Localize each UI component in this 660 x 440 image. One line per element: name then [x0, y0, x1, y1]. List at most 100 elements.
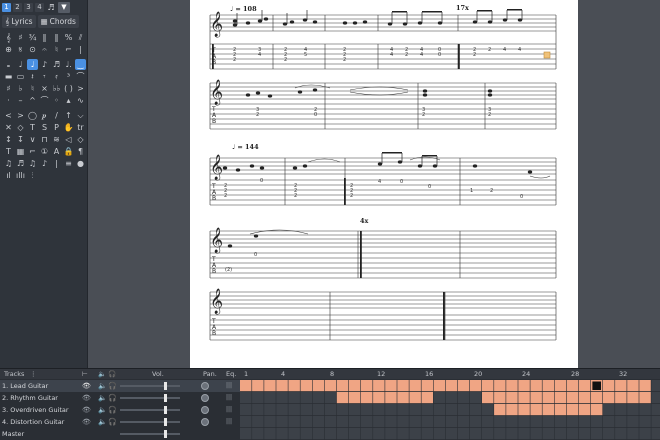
timeline-cell[interactable]	[590, 404, 603, 416]
timeline-cell[interactable]	[264, 416, 276, 428]
volume-handle[interactable]	[164, 382, 167, 390]
mixer-icon[interactable]: ıl	[3, 170, 14, 181]
rest-eighth-icon[interactable]: 𝄾	[39, 71, 50, 82]
timeline-cell[interactable]	[445, 404, 458, 416]
chords-button[interactable]: ▦ Chords	[37, 15, 79, 28]
timeline-cell[interactable]	[651, 428, 660, 440]
repeat-open-icon[interactable]: ‖	[39, 32, 50, 43]
timeline-cell[interactable]	[324, 392, 337, 404]
timeline-cell[interactable]	[433, 380, 446, 392]
timeline-cell[interactable]	[506, 416, 518, 428]
timeline-cell[interactable]	[542, 428, 555, 440]
timeline-cell[interactable]	[530, 404, 542, 416]
timeline-cell[interactable]	[348, 392, 361, 404]
timeline-cell[interactable]	[288, 380, 300, 392]
visibility-eye-icon[interactable]: 👁	[82, 394, 91, 402]
timeline-cell[interactable]	[457, 416, 470, 428]
timeline-cell[interactable]	[639, 416, 651, 428]
fermata-icon[interactable]: 𝄐	[39, 44, 50, 55]
palette-menu-button[interactable]: ▼	[58, 1, 70, 13]
timeline-cell[interactable]	[627, 404, 639, 416]
da-capo-icon[interactable]: ♮	[51, 44, 62, 55]
timeline-cell[interactable]	[240, 392, 252, 404]
eq-icon[interactable]: |||	[226, 382, 232, 389]
timeline-cell[interactable]	[578, 428, 591, 440]
volume-slider[interactable]	[120, 409, 180, 411]
timeline-cell[interactable]	[615, 380, 627, 392]
timeline-cell[interactable]	[554, 404, 567, 416]
timeline-cell[interactable]	[494, 392, 506, 404]
marcato-icon[interactable]: ^	[27, 95, 38, 106]
timeline-cell[interactable]	[348, 428, 361, 440]
track-row-distortion-guitar[interactable]: 4. Distortion Guitar 👁 🔈 🎧 |||	[0, 416, 240, 428]
track-row-rhythm-guitar[interactable]: 2. Rhythm Guitar 👁 🔈 🎧 |||	[0, 392, 240, 404]
timeline-cell[interactable]	[361, 404, 373, 416]
timeline-cell[interactable]	[240, 380, 252, 392]
timeline-cell[interactable]	[252, 380, 264, 392]
lyrics-button[interactable]: 𝄞 Lyrics	[2, 15, 36, 28]
timeline-cell[interactable]	[264, 428, 276, 440]
timeline-cell[interactable]	[373, 428, 385, 440]
bar-line-icon[interactable]: |	[75, 44, 86, 55]
chord-diagram-icon[interactable]: ▦	[15, 146, 26, 157]
timeline-cell[interactable]	[336, 380, 349, 392]
timeline-cell[interactable]	[324, 404, 337, 416]
arpeggio-up-icon[interactable]: ↕	[3, 134, 14, 145]
timeline-cell[interactable]	[457, 404, 470, 416]
rest-quarter-icon[interactable]: 𝄽	[27, 71, 38, 82]
sharp-icon[interactable]: ♯	[3, 83, 14, 94]
timeline-cell[interactable]	[469, 428, 482, 440]
timeline-cell[interactable]	[409, 380, 421, 392]
timeline-cell[interactable]	[312, 416, 325, 428]
timeline-cell[interactable]	[518, 404, 530, 416]
grace-note-icon[interactable]: ⌒	[75, 71, 86, 82]
timeline-cell[interactable]	[421, 404, 434, 416]
voice-2-button[interactable]: 2	[13, 2, 22, 12]
lock-icon[interactable]: 🔒	[63, 146, 74, 157]
timeline-cell[interactable]	[469, 416, 482, 428]
timeline-cell[interactable]	[252, 392, 264, 404]
timeline-cell[interactable]	[639, 380, 651, 392]
timeline-cell[interactable]	[348, 416, 361, 428]
timeline-cell[interactable]	[469, 380, 482, 392]
timeline-cell[interactable]	[518, 380, 530, 392]
fade-in-icon[interactable]: ◁	[63, 134, 74, 145]
timeline-cell[interactable]	[494, 404, 506, 416]
timeline-cell[interactable]	[457, 392, 470, 404]
timeline-cell[interactable]	[336, 404, 349, 416]
crescendo-icon[interactable]: <	[3, 110, 14, 121]
volume-handle[interactable]	[164, 418, 167, 426]
timeline-cell[interactable]	[409, 416, 421, 428]
tracks-menu-icon[interactable]: ⋮	[30, 370, 37, 378]
timeline-cell[interactable]	[482, 416, 494, 428]
timeline-cell[interactable]	[542, 416, 555, 428]
chord-stack-icon[interactable]: ≡	[63, 158, 74, 169]
timeline-cell[interactable]	[482, 404, 494, 416]
timeline-cell[interactable]	[336, 392, 349, 404]
timeline-cell[interactable]	[627, 416, 639, 428]
master-volume-slider[interactable]	[120, 433, 180, 435]
sixteenth-note-icon[interactable]: ♬	[51, 59, 62, 70]
section-icon[interactable]: A	[51, 146, 62, 157]
harmonic-icon[interactable]: ◇	[15, 122, 26, 133]
timeline-cell[interactable]	[506, 404, 518, 416]
eighth-note-icon[interactable]: ♪	[39, 59, 50, 70]
visibility-eye-icon[interactable]: 👁	[82, 382, 91, 390]
timeline-cell[interactable]	[590, 392, 603, 404]
equalizer-icon[interactable]: ıllı	[15, 170, 26, 181]
vibrato-icon[interactable]: ∿	[75, 95, 86, 106]
tuplet-icon[interactable]: ⌐	[27, 146, 38, 157]
rest-whole-icon[interactable]: ▬	[3, 71, 14, 82]
flat-icon[interactable]: ♭	[15, 83, 26, 94]
time-signature-icon[interactable]: ¾	[27, 32, 38, 43]
timeline-cell[interactable]	[276, 404, 288, 416]
timeline-cell[interactable]	[385, 392, 397, 404]
timeline-cell[interactable]	[590, 428, 603, 440]
timeline-cell[interactable]	[578, 380, 591, 392]
mute-icon[interactable]: 🔈	[98, 418, 107, 426]
timeline-cell[interactable]	[373, 380, 385, 392]
hand-icon[interactable]: ✋	[63, 122, 74, 133]
timeline-cell[interactable]	[433, 392, 446, 404]
timeline-cell[interactable]	[336, 416, 349, 428]
clef-icon[interactable]: 𝄞	[3, 32, 14, 43]
